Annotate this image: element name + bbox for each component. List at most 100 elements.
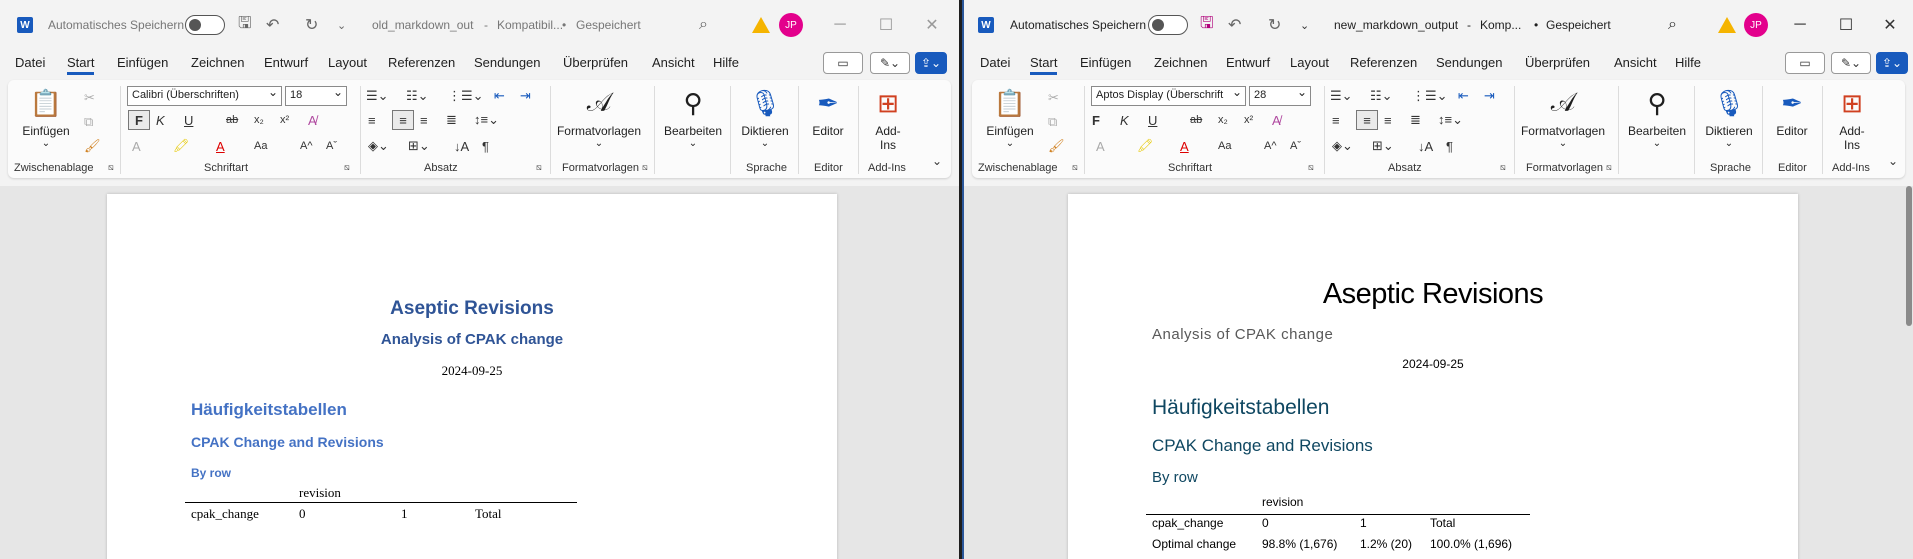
shading-icon[interactable]: ◈⌄ bbox=[1332, 136, 1353, 156]
shading-icon[interactable]: ◈⌄ bbox=[368, 136, 389, 156]
line-spacing-icon[interactable]: ↕≡⌄ bbox=[474, 110, 499, 130]
undo-icon[interactable]: ↶ bbox=[266, 0, 279, 50]
decrease-indent-icon[interactable]: ⇤ bbox=[494, 86, 505, 106]
paste-button[interactable]: 📋 Einfügen ⌄ bbox=[986, 86, 1034, 150]
save-icon[interactable]: 🖫 bbox=[1200, 0, 1214, 50]
maximize-button[interactable]: ☐ bbox=[1823, 0, 1869, 50]
italic-button[interactable]: K bbox=[156, 110, 165, 130]
maximize-button[interactable]: ☐ bbox=[863, 0, 909, 50]
redo-icon[interactable]: ↻ bbox=[305, 0, 318, 50]
subscript-button[interactable]: x₂ bbox=[254, 110, 264, 130]
highlight-icon[interactable]: 🖍 bbox=[173, 136, 190, 156]
comments-button[interactable]: ▭ bbox=[1785, 52, 1825, 74]
comments-button[interactable]: ▭ bbox=[823, 52, 863, 74]
clear-format-icon[interactable]: A̸ bbox=[1272, 110, 1281, 130]
tab-einfuegen[interactable]: Einfügen bbox=[117, 55, 168, 70]
numbering-icon[interactable]: ☷⌄ bbox=[1370, 86, 1393, 106]
bullets-icon[interactable]: ☰⌄ bbox=[1330, 86, 1353, 106]
autosave-toggle[interactable] bbox=[185, 15, 225, 35]
styles-launcher-icon[interactable]: ⧅ bbox=[642, 162, 648, 173]
collapse-ribbon-icon[interactable]: ⌄ bbox=[932, 154, 942, 168]
tab-start[interactable]: Start bbox=[67, 55, 95, 75]
paragraph-launcher-icon[interactable]: ⧅ bbox=[1500, 162, 1506, 173]
warning-icon[interactable] bbox=[752, 17, 770, 33]
autosave-toggle[interactable] bbox=[1148, 15, 1188, 35]
copy-icon[interactable]: ⧉ bbox=[84, 112, 93, 132]
shrink-font-button[interactable]: Aˇ bbox=[326, 136, 337, 156]
align-center-icon[interactable]: ≡ bbox=[1356, 110, 1378, 130]
styles-button[interactable]: 𝒜 Formatvorlagen ⌄ bbox=[1520, 86, 1606, 149]
underline-button[interactable]: U bbox=[184, 110, 193, 130]
format-painter-icon[interactable]: 🖌 bbox=[1048, 136, 1065, 156]
document-page[interactable]: Aseptic Revisions Analysis of CPAK chang… bbox=[107, 194, 837, 559]
close-button[interactable]: ✕ bbox=[1867, 0, 1913, 50]
font-name-combo[interactable]: Aptos Display (Überschrift bbox=[1091, 86, 1246, 106]
format-painter-icon[interactable]: 🖌 bbox=[84, 136, 101, 156]
tab-layout[interactable]: Layout bbox=[1290, 55, 1329, 70]
underline-button[interactable]: U bbox=[1148, 110, 1157, 130]
share-button[interactable]: ⇪⌄ bbox=[915, 52, 947, 74]
subscript-button[interactable]: x₂ bbox=[1218, 110, 1228, 130]
sort-icon[interactable]: ↓A bbox=[454, 136, 469, 156]
paragraph-launcher-icon[interactable]: ⧅ bbox=[536, 162, 542, 173]
save-status[interactable]: Gespeichert bbox=[576, 0, 641, 50]
tab-ueberpruefen[interactable]: Überprüfen bbox=[1525, 55, 1590, 70]
save-status[interactable]: Gespeichert bbox=[1546, 0, 1611, 50]
customize-qat-icon[interactable]: ⌄ bbox=[337, 0, 346, 50]
document-filename[interactable]: old_markdown_out bbox=[372, 0, 473, 50]
tab-ansicht[interactable]: Ansicht bbox=[1614, 55, 1657, 70]
tab-entwurf[interactable]: Entwurf bbox=[1226, 55, 1270, 70]
tab-hilfe[interactable]: Hilfe bbox=[1675, 55, 1701, 70]
align-left-icon[interactable]: ≡ bbox=[368, 110, 376, 130]
dictate-button[interactable]: 🎙 Diktieren ⌄ bbox=[736, 86, 794, 150]
change-case-button[interactable]: Aa bbox=[1218, 136, 1231, 156]
paste-button[interactable]: 📋 Einfügen ⌄ bbox=[22, 86, 70, 150]
tab-start[interactable]: Start bbox=[1030, 55, 1058, 75]
borders-icon[interactable]: ⊞⌄ bbox=[1372, 136, 1394, 156]
tab-datei[interactable]: Datei bbox=[980, 55, 1010, 70]
minimize-button[interactable]: ─ bbox=[817, 0, 863, 50]
document-filename[interactable]: new_markdown_output bbox=[1334, 0, 1458, 50]
editing-mode-button[interactable]: ✎⌄ bbox=[1831, 52, 1871, 74]
styles-button[interactable]: 𝒜 Formatvorlagen ⌄ bbox=[556, 86, 642, 149]
font-name-combo[interactable]: Calibri (Überschriften) bbox=[127, 86, 282, 106]
align-center-icon[interactable]: ≡ bbox=[392, 110, 414, 130]
minimize-button[interactable]: ─ bbox=[1777, 0, 1823, 50]
text-effects-icon[interactable]: A bbox=[1096, 136, 1105, 156]
save-icon[interactable]: 🖫 bbox=[238, 0, 252, 50]
superscript-button[interactable]: x² bbox=[1244, 110, 1253, 130]
numbering-icon[interactable]: ☷⌄ bbox=[406, 86, 429, 106]
borders-icon[interactable]: ⊞⌄ bbox=[408, 136, 430, 156]
tab-referenzen[interactable]: Referenzen bbox=[1350, 55, 1417, 70]
clear-format-icon[interactable]: A̸ bbox=[308, 110, 317, 130]
font-launcher-icon[interactable]: ⧅ bbox=[344, 162, 350, 173]
redo-icon[interactable]: ↻ bbox=[1268, 0, 1281, 50]
copy-icon[interactable]: ⧉ bbox=[1048, 112, 1057, 132]
styles-launcher-icon[interactable]: ⧅ bbox=[1606, 162, 1612, 173]
sort-icon[interactable]: ↓A bbox=[1418, 136, 1433, 156]
addins-button[interactable]: ⊞ Add-Ins bbox=[1828, 86, 1876, 153]
tab-ueberpruefen[interactable]: Überprüfen bbox=[563, 55, 628, 70]
editor-button[interactable]: ✒ Editor bbox=[804, 86, 852, 139]
avatar[interactable]: JP bbox=[1744, 13, 1768, 37]
avatar[interactable]: JP bbox=[779, 13, 803, 37]
tab-zeichnen[interactable]: Zeichnen bbox=[1154, 55, 1207, 70]
tab-sendungen[interactable]: Sendungen bbox=[1436, 55, 1503, 70]
grow-font-button[interactable]: A^ bbox=[300, 136, 313, 156]
clipboard-launcher-icon[interactable]: ⧅ bbox=[108, 162, 114, 173]
document-page[interactable]: Aseptic Revisions Analysis of CPAK chang… bbox=[1068, 194, 1798, 559]
font-color-icon[interactable]: A bbox=[216, 136, 225, 156]
cut-icon[interactable]: ✂ bbox=[1048, 88, 1059, 108]
strikethrough-button[interactable]: ab bbox=[1190, 110, 1202, 130]
justify-icon[interactable]: ≣ bbox=[1410, 110, 1421, 130]
vertical-scrollbar[interactable] bbox=[1905, 186, 1913, 559]
italic-button[interactable]: K bbox=[1120, 110, 1129, 130]
addins-button[interactable]: ⊞ Add-Ins bbox=[864, 86, 912, 153]
increase-indent-icon[interactable]: ⇥ bbox=[520, 86, 531, 106]
line-spacing-icon[interactable]: ↕≡⌄ bbox=[1438, 110, 1463, 130]
editing-mode-button[interactable]: ✎⌄ bbox=[870, 52, 910, 74]
font-launcher-icon[interactable]: ⧅ bbox=[1308, 162, 1314, 173]
align-right-icon[interactable]: ≡ bbox=[420, 110, 428, 130]
bold-button[interactable]: F bbox=[1092, 110, 1100, 130]
decrease-indent-icon[interactable]: ⇤ bbox=[1458, 86, 1469, 106]
